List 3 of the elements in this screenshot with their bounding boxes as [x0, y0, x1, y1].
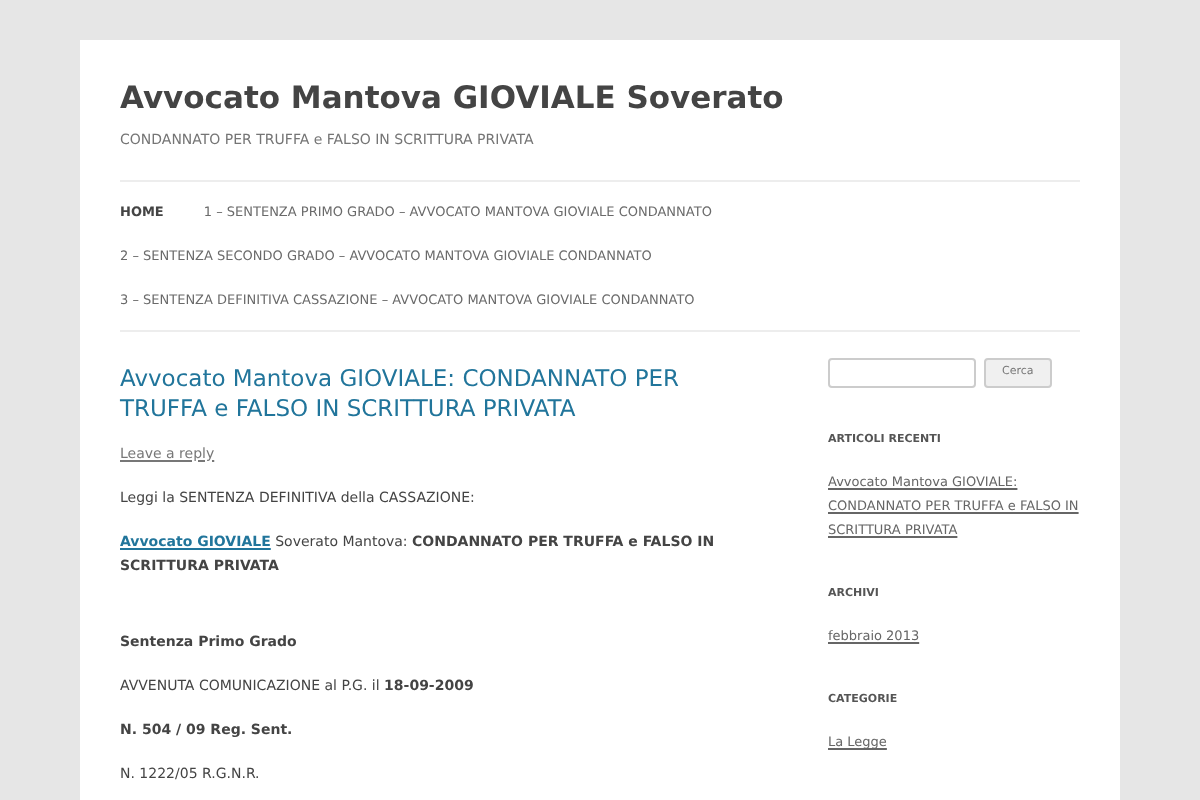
post-title[interactable]: Avvocato Mantova GIOVIALE: CONDANNATO PER TRUFFA e FALSO IN SCRITTURA PRIVATA: [120, 363, 756, 423]
search-field[interactable]: [828, 357, 976, 387]
site-title[interactable]: Avvocato Mantova GIOVIALE Soverato: [120, 76, 784, 120]
